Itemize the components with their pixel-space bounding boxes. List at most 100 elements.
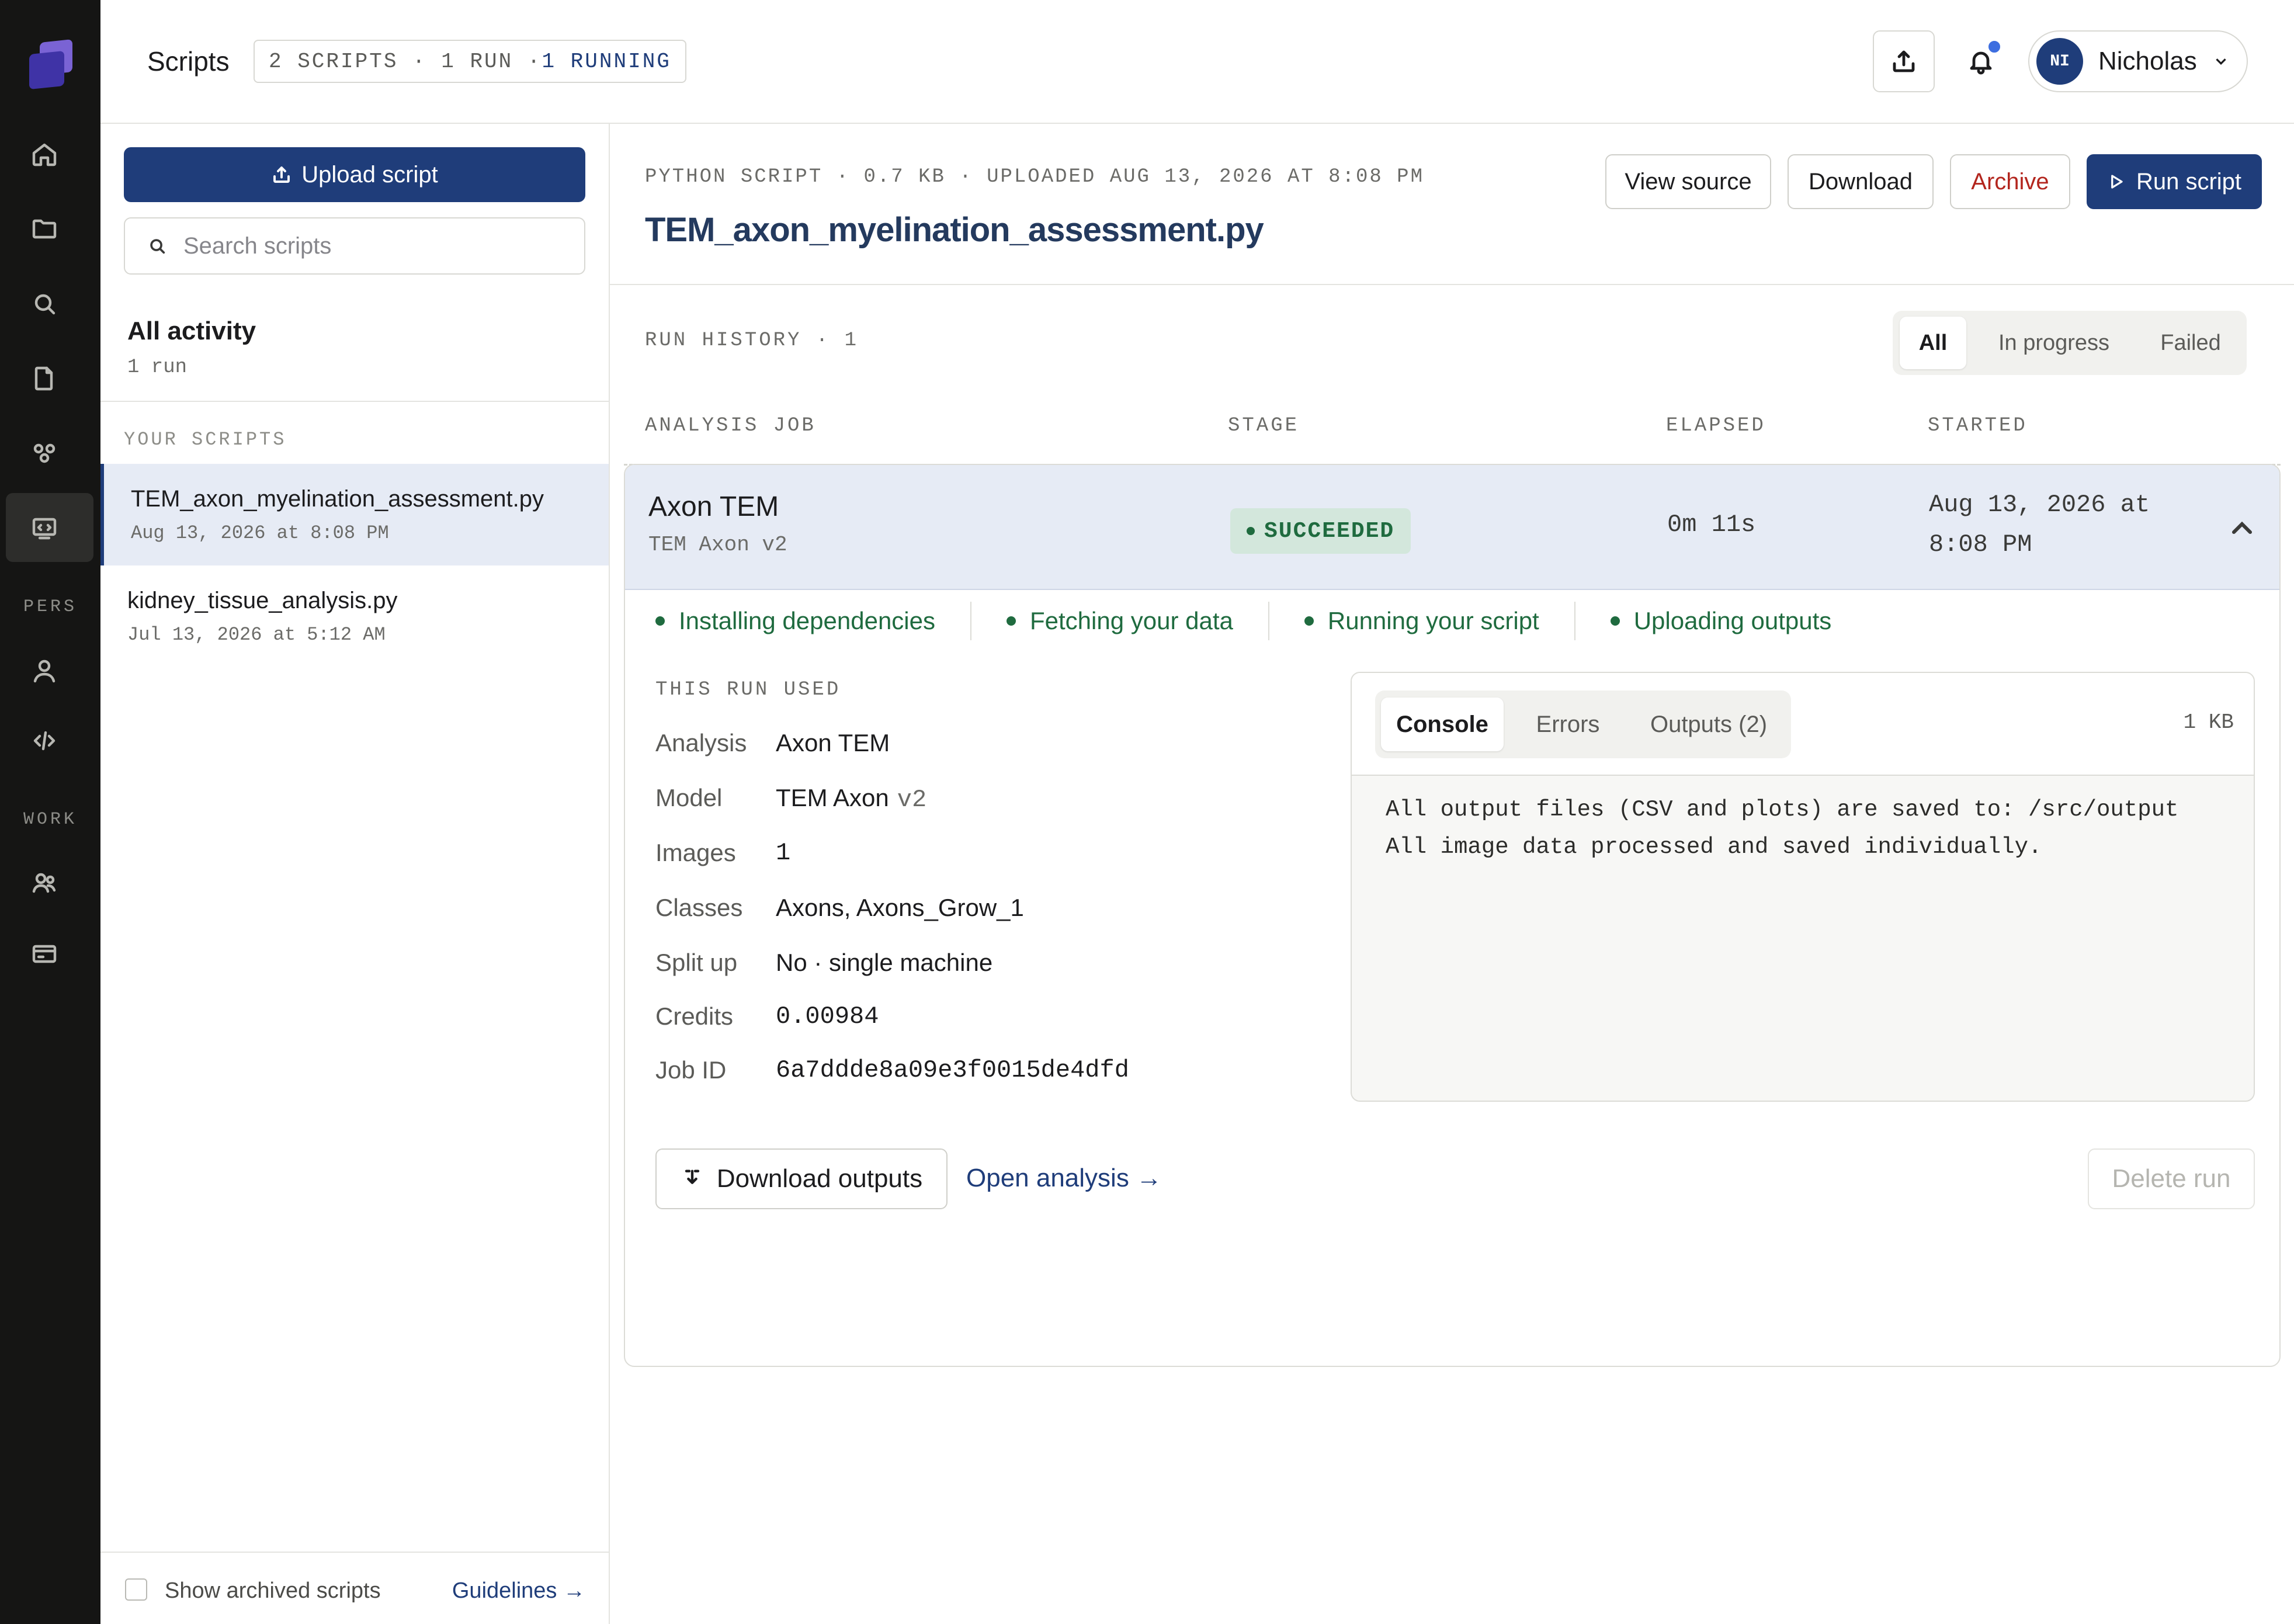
top-bar: Scripts 2 SCRIPTS · 1 RUN · 1 RUNNING NI… [100,0,2294,124]
archive-button[interactable]: Archive [1950,154,2070,209]
step-dot [1304,616,1314,626]
download-button[interactable]: Download [1788,154,1934,209]
job-model: TEM Axon v2 [648,533,787,557]
upload-icon [1893,50,1915,72]
filter-in-progress[interactable]: In progress [1978,317,2130,369]
detail-key-classes: Classes [655,894,743,921]
console-tabs: Console Errors Outputs (2) [1375,690,1791,758]
tab-console[interactable]: Console [1381,698,1504,751]
script-detail: PYTHON SCRIPT · 0.7 KB · UPLOADED AUG 13… [610,124,2294,1624]
upload-icon [273,166,290,183]
filter-failed[interactable]: Failed [2142,317,2240,369]
script-meta: PYTHON SCRIPT · 0.7 KB · UPLOADED AUG 13… [645,166,1424,188]
tab-errors[interactable]: Errors [1511,698,1625,751]
script-name: TEM_axon_myelination_assessment.py [131,486,544,512]
detail-key-images: Images [655,839,736,866]
download-icon [685,1170,700,1184]
step-dot [655,616,665,626]
step-label: Fetching your data [1030,607,1233,634]
document-icon[interactable] [27,361,62,396]
all-activity-link[interactable]: All activity [127,317,256,346]
home-icon[interactable] [27,137,62,172]
play-icon [2111,175,2123,189]
step-label: Uploading outputs [1633,607,1832,634]
download-outputs-button[interactable]: Download outputs [655,1148,948,1209]
page-title: Scripts [147,46,230,77]
job-name: Axon TEM [648,491,779,522]
run-details-title: THIS RUN USED [655,679,841,701]
models-icon[interactable] [27,436,62,471]
detail-value-classes: Axons, Axons_Grow_1 [776,894,1024,921]
script-date: Jul 13, 2026 at 5:12 AM [127,624,386,646]
team-icon[interactable] [27,865,62,900]
guidelines-link[interactable]: Guidelines → [452,1578,585,1604]
upload-script-label: Upload script [301,161,438,188]
console-panel: Console Errors Outputs (2) 1 KB All outp… [1351,672,2255,1102]
summary-chip-counts: 2 SCRIPTS · 1 RUN · [269,49,542,74]
notification-dot [1986,39,2003,55]
step-item: Uploading outputs [1610,607,1867,635]
script-title: TEM_axon_myelination_assessment.py [645,211,1264,249]
search-icon[interactable] [27,286,62,321]
section-label: YOUR SCRIPTS [124,429,287,450]
search-box[interactable] [124,217,585,275]
detail-value-credits: 0.00984 [776,1002,879,1030]
tab-outputs[interactable]: Outputs (2) [1632,698,1785,751]
upload-script-button[interactable]: Upload script [124,147,585,202]
run-history-label: RUN HISTORY · 1 [645,329,859,352]
view-source-button[interactable]: View source [1605,154,1771,209]
status-badge: SUCCEEDED [1230,508,1411,554]
detail-value-model: TEM Axon v2 [776,784,926,814]
model-version: v2 [897,786,927,814]
collapse-button[interactable] [2226,512,2258,544]
run-script-label: Run script [2136,168,2242,195]
scripts-icon[interactable] [27,510,62,545]
share-button[interactable] [1873,30,1935,92]
app-logo[interactable] [27,39,76,90]
code-icon[interactable] [27,723,62,758]
detail-key-model: Model [655,784,723,811]
script-date: Aug 13, 2026 at 8:08 PM [131,522,389,544]
detail-value-job-id: 6a7ddde8a09e3f0015de4dfd [776,1056,1129,1084]
detail-value-images: 1 [776,839,791,867]
rail-section-work: WORK [23,810,77,830]
billing-icon[interactable] [27,936,62,971]
script-list-item[interactable]: TEM_axon_myelination_assessment.py Aug 1… [100,464,609,565]
nav-rail: PERS WORK [0,0,100,1624]
step-separator [1268,602,1269,640]
elapsed-time: 0m 11s [1667,511,1756,539]
detail-value-split: No · single machine [776,949,993,976]
folder-icon[interactable] [27,211,62,247]
divider [610,284,2294,285]
column-header-job: ANALYSIS JOB [645,415,816,437]
model-name: TEM Axon [776,784,889,811]
rail-section-personal: PERS [23,597,77,617]
console-size: 1 KB [2183,710,2234,734]
step-item: Fetching your data [1007,607,1268,635]
sidebar-footer: Show archived scripts Guidelines → [100,1552,609,1624]
filter-all[interactable]: All [1900,317,1966,369]
user-menu[interactable]: NI Nicholas [2028,30,2248,92]
show-archived-checkbox[interactable] [125,1578,147,1601]
status-dot [1247,527,1255,535]
search-input[interactable] [183,233,557,259]
person-icon[interactable] [27,653,62,688]
delete-run-button[interactable]: Delete run [2088,1148,2255,1209]
detail-key-analysis: Analysis [655,729,747,757]
user-name: Nicholas [2098,47,2197,75]
chevron-up-icon [2231,521,2253,535]
script-name: kidney_tissue_analysis.py [127,588,398,613]
download-outputs-label: Download outputs [716,1164,923,1193]
open-analysis-link[interactable]: Open analysis → [966,1164,1162,1193]
show-archived-label[interactable]: Show archived scripts [165,1578,381,1604]
run-row[interactable]: Axon TEM TEM Axon v2 SUCCEEDED 0m 11s Au… [625,465,2279,590]
detail-key-credits: Credits [655,1002,734,1030]
detail-key-split: Split up [655,949,738,976]
column-header-stage: STAGE [1228,415,1300,437]
run-filter-tabs: All In progress Failed [1893,311,2247,375]
console-header: Console Errors Outputs (2) 1 KB [1352,673,2254,776]
script-list-item[interactable]: kidney_tissue_analysis.py Jul 13, 2026 a… [100,565,609,667]
notifications-button[interactable] [1950,30,2012,92]
run-script-button[interactable]: Run script [2087,154,2262,209]
run-steps: Installing dependencies Fetching your da… [655,595,1866,647]
